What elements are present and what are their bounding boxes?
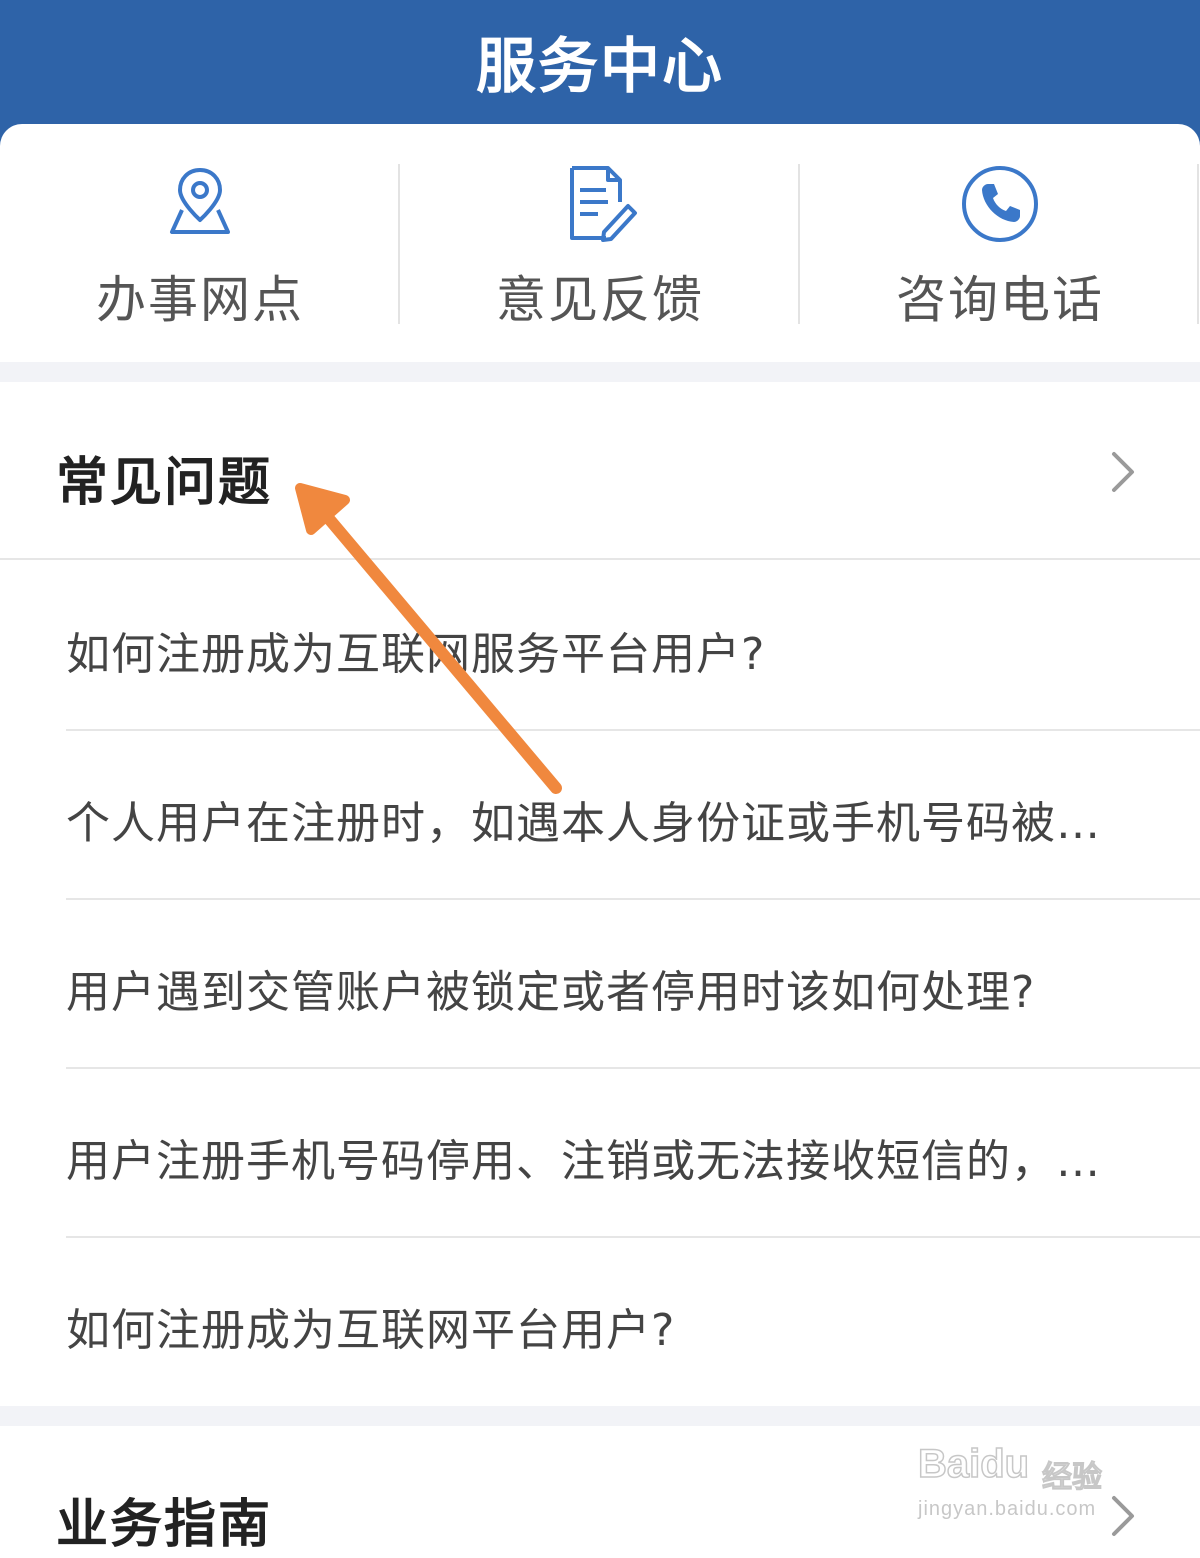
chevron-right-icon	[1112, 452, 1134, 492]
phone-icon	[962, 166, 1038, 242]
faq-title: 常见问题	[56, 453, 273, 513]
faq-item[interactable]: 个人用户在注册时，如遇本人身份证或手机号码被…	[66, 731, 1200, 900]
quick-link-label: 办事网点	[96, 271, 304, 329]
faq-question: 用户遇到交管账户被锁定或者停用时该如何处理?	[66, 967, 1036, 1018]
faq-question: 用户注册手机号码停用、注销或无法接收短信的，…	[66, 1136, 1101, 1187]
quick-links-card: 办事网点 意见反馈 咨询电话	[0, 124, 1200, 362]
quick-link-service-outlets[interactable]: 办事网点	[0, 124, 400, 362]
quick-link-label: 意见反馈	[496, 271, 704, 329]
faq-item[interactable]: 用户遇到交管账户被锁定或者停用时该如何处理?	[66, 900, 1200, 1069]
faq-question: 个人用户在注册时，如遇本人身份证或手机号码被…	[66, 798, 1101, 849]
page-title: 服务中心	[476, 32, 724, 102]
business-guide-section[interactable]: 业务指南	[0, 1426, 1200, 1558]
feedback-document-icon	[570, 166, 637, 242]
quick-link-hotline[interactable]: 咨询电话	[800, 124, 1200, 362]
divider	[798, 164, 800, 324]
faq-header[interactable]: 常见问题	[0, 382, 1200, 560]
quick-link-label: 咨询电话	[896, 271, 1104, 329]
divider	[1197, 164, 1199, 324]
location-map-icon	[170, 168, 230, 234]
faq-question: 如何注册成为互联网平台用户?	[66, 1305, 676, 1356]
divider	[398, 164, 400, 324]
faq-question: 如何注册成为互联网服务平台用户?	[66, 629, 766, 680]
faq-item[interactable]: 如何注册成为互联网服务平台用户?	[66, 562, 1200, 731]
faq-item[interactable]: 如何注册成为互联网平台用户?	[66, 1238, 1200, 1407]
faq-item[interactable]: 用户注册手机号码停用、注销或无法接收短信的，…	[66, 1069, 1200, 1238]
guide-title: 业务指南	[56, 1495, 273, 1555]
quick-link-feedback[interactable]: 意见反馈	[400, 124, 800, 362]
chevron-right-icon	[1112, 1496, 1134, 1536]
faq-section: 常见问题 如何注册成为互联网服务平台用户? 个人用户在注册时，如遇本人身份证或手…	[0, 382, 1200, 1406]
